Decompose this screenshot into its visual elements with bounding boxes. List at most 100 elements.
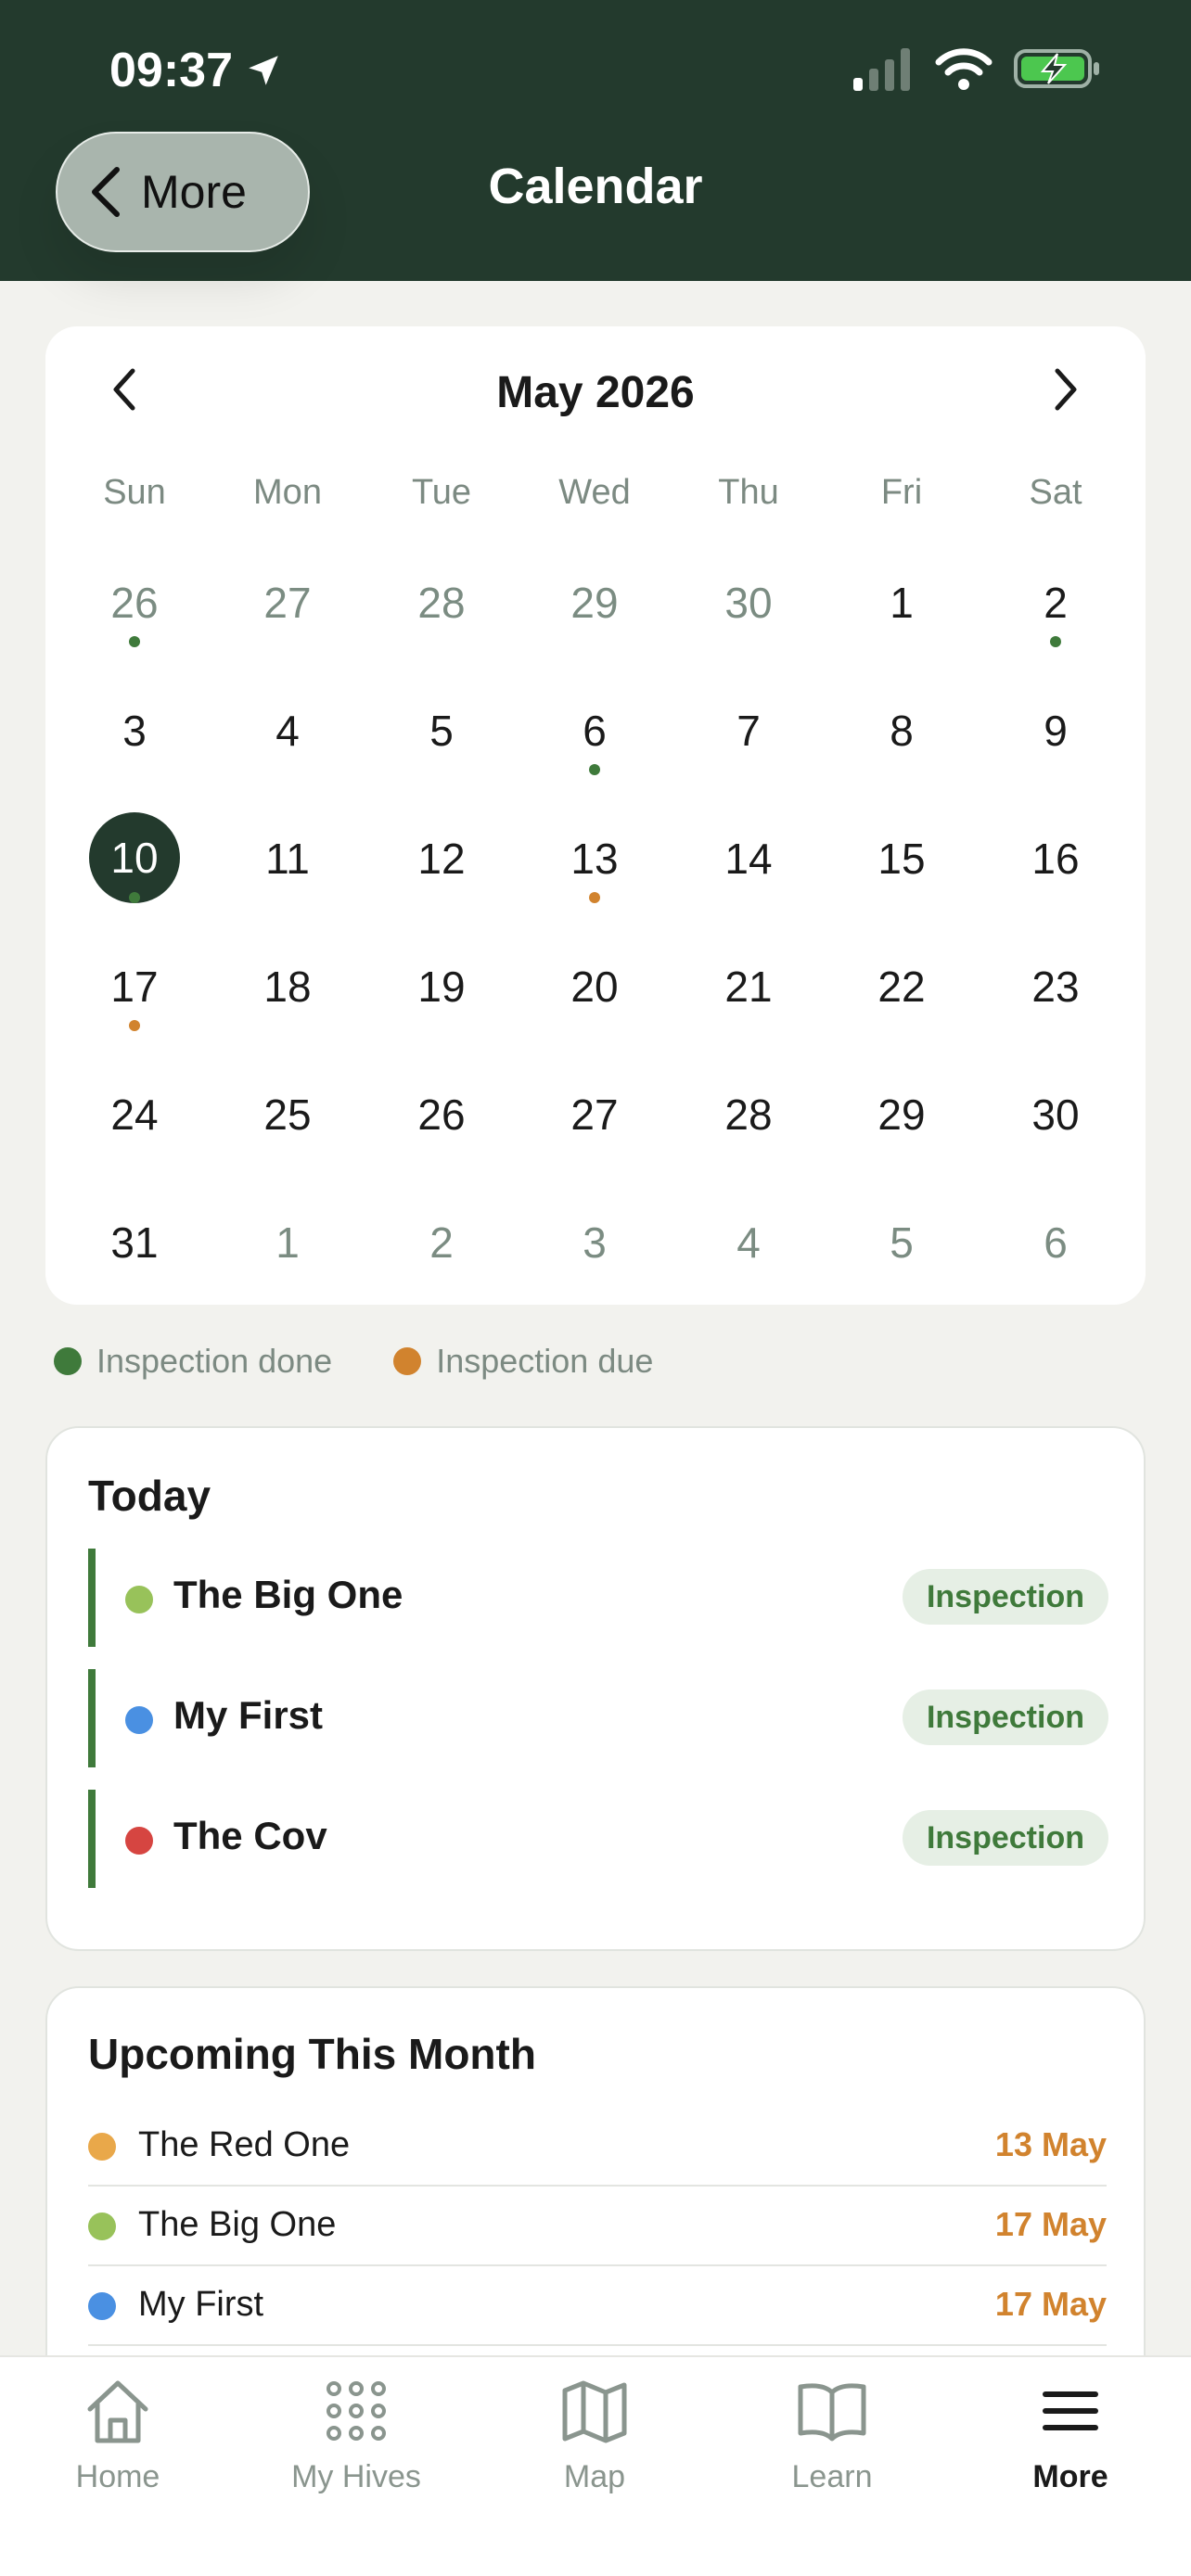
hive-color-dot — [125, 1827, 153, 1855]
calendar-day-selected[interactable]: 10 — [89, 812, 180, 903]
weekday-label: Sun — [103, 473, 166, 512]
calendar-day[interactable]: 27 — [548, 1068, 641, 1161]
grid-dots-icon — [319, 2374, 393, 2448]
menu-icon — [1033, 2374, 1108, 2448]
calendar-day[interactable]: 26 — [88, 556, 181, 649]
calendar-day[interactable]: 5 — [395, 684, 488, 777]
calendar-day[interactable]: 23 — [1009, 940, 1102, 1033]
due-date: 17 May — [994, 2205, 1107, 2243]
calendar-day[interactable]: 28 — [702, 1068, 795, 1161]
tab-home-label: Home — [75, 2459, 160, 2494]
calendar-day[interactable]: 25 — [241, 1068, 334, 1161]
today-card: Today The Big One Inspection My First In… — [45, 1426, 1146, 1951]
tab-more[interactable]: More — [978, 2357, 1163, 2524]
calendar-day[interactable]: 30 — [702, 556, 795, 649]
calendar-day[interactable]: 29 — [855, 1068, 948, 1161]
tab-map[interactable]: Map — [502, 2357, 687, 2524]
signal-icon — [853, 48, 910, 91]
hive-color-dot — [88, 2213, 116, 2240]
calendar-day[interactable]: 19 — [395, 940, 488, 1033]
hive-name: The Big One — [138, 2205, 337, 2244]
tab-my-hives[interactable]: My Hives — [263, 2357, 449, 2524]
legend-due-dot — [393, 1347, 422, 1375]
tab-home[interactable]: Home — [25, 2357, 211, 2524]
hive-name: The Red One — [138, 2125, 351, 2164]
calendar-day[interactable]: 2 — [1009, 556, 1102, 649]
task-badge: Inspection — [902, 1810, 1108, 1866]
calendar-day[interactable]: 24 — [88, 1068, 181, 1161]
weekday-label: Fri — [880, 473, 923, 512]
tab-learn[interactable]: Learn — [739, 2357, 925, 2524]
calendar-day[interactable]: 17 — [88, 940, 181, 1033]
calendar-day[interactable]: 15 — [855, 812, 948, 905]
upcoming-item[interactable]: The Big One 17 May — [88, 2187, 1107, 2266]
upcoming-item[interactable]: The Red One 13 May — [88, 2107, 1107, 2187]
today-item-accent — [88, 1669, 96, 1767]
inspection-done-dot — [589, 764, 600, 775]
calendar-day[interactable]: 3 — [548, 1196, 641, 1289]
calendar-day[interactable]: 4 — [702, 1196, 795, 1289]
next-month-button[interactable] — [1028, 352, 1102, 427]
today-item[interactable]: The Cov Inspection — [88, 1790, 1108, 1888]
calendar-legend: Inspection done Inspection due — [54, 1342, 653, 1380]
calendar-day[interactable]: 4 — [241, 684, 334, 777]
calendar-day[interactable]: 12 — [395, 812, 488, 905]
calendar-day[interactable]: 30 — [1009, 1068, 1102, 1161]
status-time-text: 09:37 — [109, 44, 233, 97]
calendar-day[interactable]: 27 — [241, 556, 334, 649]
legend-done-label: Inspection done — [96, 1342, 333, 1380]
weekday-label: Thu — [718, 473, 779, 512]
upcoming-item[interactable]: My First 17 May — [88, 2266, 1107, 2346]
hive-name: The Big One — [173, 1573, 403, 1616]
inspection-due-dot — [589, 892, 600, 903]
inspection-done-dot — [129, 636, 140, 647]
hive-name: My First — [173, 1693, 324, 1737]
app-header: 09:37 More Calendar — [0, 0, 1191, 281]
calendar-day[interactable]: 3 — [88, 684, 181, 777]
today-item[interactable]: The Big One Inspection — [88, 1549, 1108, 1647]
calendar-day[interactable]: 11 — [241, 812, 334, 905]
tab-map-label: Map — [563, 2459, 626, 2494]
tab-learn-label: Learn — [791, 2459, 873, 2494]
upcoming-title: Upcoming This Month — [88, 2030, 536, 2078]
calendar-day[interactable]: 5 — [855, 1196, 948, 1289]
map-icon — [557, 2374, 632, 2448]
weekday-label: Sat — [1029, 473, 1082, 512]
calendar-day[interactable]: 13 — [548, 812, 641, 905]
calendar-day[interactable]: 9 — [1009, 684, 1102, 777]
today-item[interactable]: My First Inspection — [88, 1669, 1108, 1767]
calendar-day[interactable]: 16 — [1009, 812, 1102, 905]
status-icons — [852, 46, 1102, 91]
calendar-day[interactable]: 7 — [702, 684, 795, 777]
calendar-day[interactable]: 20 — [548, 940, 641, 1033]
tab-my-hives-label: My Hives — [291, 2459, 421, 2494]
calendar-day[interactable]: 21 — [702, 940, 795, 1033]
calendar-day[interactable]: 6 — [1009, 1196, 1102, 1289]
calendar-day[interactable]: 29 — [548, 556, 641, 649]
calendar-day[interactable]: 8 — [855, 684, 948, 777]
home-icon — [81, 2374, 155, 2448]
calendar-day[interactable]: 1 — [241, 1196, 334, 1289]
calendar-day[interactable]: 31 — [88, 1196, 181, 1289]
weekday-label: Mon — [253, 473, 322, 512]
hive-color-dot — [88, 2292, 116, 2320]
calendar-day[interactable]: 6 — [548, 684, 641, 777]
calendar-day[interactable]: 2 — [395, 1196, 488, 1289]
calendar-day[interactable]: 22 — [855, 940, 948, 1033]
task-badge: Inspection — [902, 1569, 1108, 1625]
calendar-day[interactable]: 28 — [395, 556, 488, 649]
calendar-day[interactable]: 1 — [855, 556, 948, 649]
hive-name: My First — [138, 2285, 264, 2324]
hive-color-dot — [125, 1586, 153, 1613]
tab-more-label: More — [1032, 2459, 1108, 2494]
month-title: May 2026 — [496, 368, 695, 417]
today-item-accent — [88, 1549, 96, 1647]
task-badge: Inspection — [902, 1690, 1108, 1745]
calendar-day[interactable]: 26 — [395, 1068, 488, 1161]
inspection-due-dot — [129, 1020, 140, 1031]
wifi-icon — [935, 48, 992, 90]
book-icon — [795, 2374, 869, 2448]
inspection-done-dot — [129, 892, 140, 903]
calendar-day[interactable]: 18 — [241, 940, 334, 1033]
calendar-day[interactable]: 14 — [702, 812, 795, 905]
